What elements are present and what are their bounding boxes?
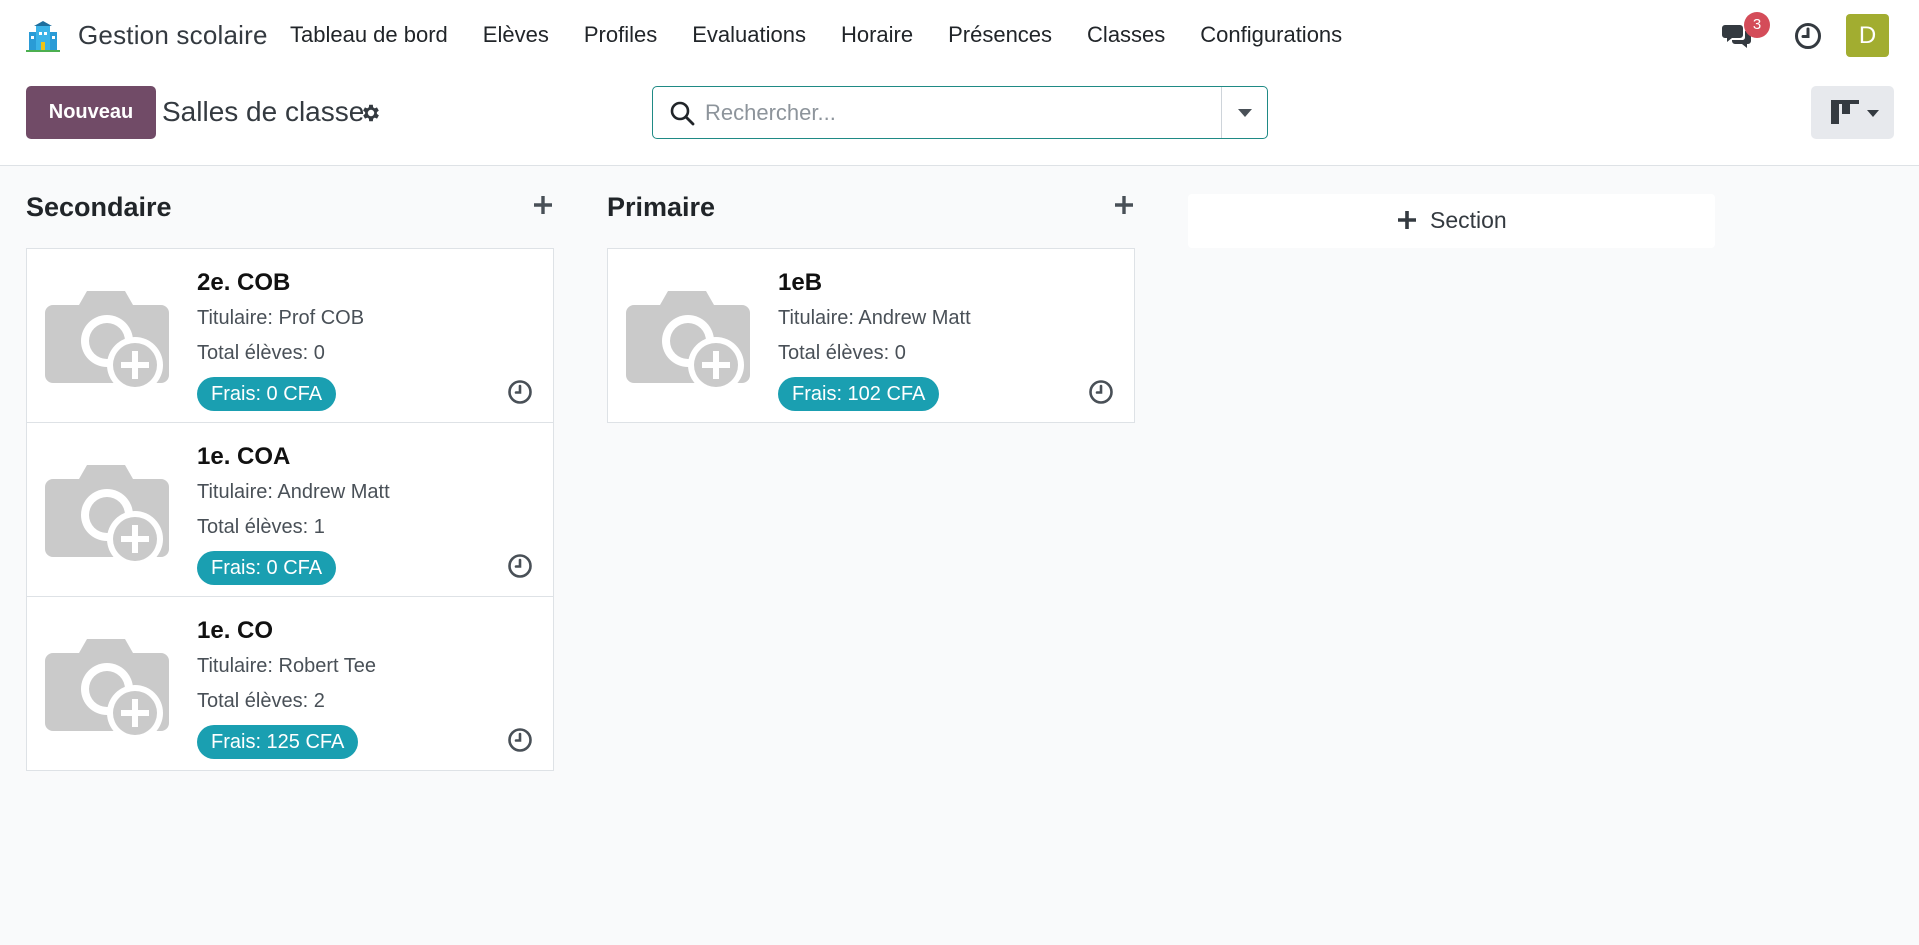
camera-plus-icon bbox=[45, 639, 169, 741]
card-frais-badge: Frais: 0 CFA bbox=[197, 377, 337, 411]
app-name[interactable]: Gestion scolaire bbox=[78, 20, 268, 51]
activity-clock-icon[interactable] bbox=[507, 553, 533, 579]
kanban-card[interactable]: 1e. COA Titulaire: Andrew Matt Total élè… bbox=[26, 422, 554, 597]
column-title: Primaire bbox=[607, 192, 716, 222]
school-building-icon[interactable] bbox=[26, 20, 60, 52]
camera-plus-icon bbox=[626, 291, 750, 393]
menu-item-classes[interactable]: Classes bbox=[1087, 22, 1165, 48]
top-navbar: Gestion scolaire Tableau de bord Elèves … bbox=[0, 0, 1919, 72]
kanban-card[interactable]: 2e. COB Titulaire: Prof COB Total élèves… bbox=[26, 248, 554, 423]
plus-icon bbox=[1398, 211, 1416, 229]
main-menu: Tableau de bord Elèves Profiles Evaluati… bbox=[290, 22, 1377, 48]
column-title: Secondaire bbox=[26, 192, 172, 222]
card-total-eleves: Total élèves: 2 bbox=[197, 690, 325, 712]
column-add-plus-icon[interactable] bbox=[1113, 194, 1135, 216]
add-section-label: Section bbox=[1430, 207, 1507, 233]
activity-clock-icon[interactable] bbox=[507, 727, 533, 753]
card-class-name: 1e. CO bbox=[197, 617, 274, 644]
card-frais-badge: Frais: 0 CFA bbox=[197, 551, 337, 585]
menu-item-configurations[interactable]: Configurations bbox=[1200, 22, 1342, 48]
camera-plus-icon bbox=[45, 465, 169, 567]
breadcrumb: Salles de classe bbox=[162, 96, 365, 127]
card-titulaire: Titulaire: Robert Tee bbox=[197, 655, 376, 677]
new-button[interactable]: Nouveau bbox=[26, 86, 156, 139]
add-section-button[interactable]: Section bbox=[1188, 194, 1715, 248]
card-titulaire: Titulaire: Andrew Matt bbox=[778, 307, 971, 329]
activity-clock-icon[interactable] bbox=[1794, 22, 1822, 50]
menu-item-presences[interactable]: Présences bbox=[948, 22, 1052, 48]
card-frais-badge: Frais: 125 CFA bbox=[197, 725, 359, 759]
menu-item-evaluations[interactable]: Evaluations bbox=[692, 22, 806, 48]
column-cards: 1eB Titulaire: Andrew Matt Total élèves:… bbox=[607, 248, 1135, 423]
search-box bbox=[652, 86, 1268, 139]
menu-item-tableau-de-bord[interactable]: Tableau de bord bbox=[290, 22, 448, 48]
kanban-view-icon bbox=[1831, 100, 1859, 124]
chat-count-badge: 3 bbox=[1744, 12, 1770, 38]
card-titulaire: Titulaire: Prof COB bbox=[197, 307, 365, 329]
menu-item-eleves[interactable]: Elèves bbox=[483, 22, 549, 48]
card-class-name: 1e. COA bbox=[197, 443, 291, 470]
activity-clock-icon[interactable] bbox=[507, 379, 533, 405]
control-panel: Nouveau Salles de classe bbox=[0, 72, 1919, 166]
column-add-plus-icon[interactable] bbox=[532, 194, 554, 216]
search-input[interactable] bbox=[705, 95, 1205, 131]
search-options-toggle[interactable] bbox=[1221, 87, 1267, 138]
card-class-name: 2e. COB bbox=[197, 269, 291, 296]
kanban-card[interactable]: 1e. CO Titulaire: Robert Tee Total élève… bbox=[26, 596, 554, 771]
card-total-eleves: Total élèves: 1 bbox=[197, 516, 325, 538]
view-switcher-button[interactable] bbox=[1811, 86, 1894, 139]
search-icon bbox=[670, 101, 695, 126]
card-titulaire: Titulaire: Andrew Matt bbox=[197, 481, 390, 503]
column-cards: 2e. COB Titulaire: Prof COB Total élèves… bbox=[26, 248, 554, 771]
menu-item-horaire[interactable]: Horaire bbox=[841, 22, 913, 48]
kanban-card[interactable]: 1eB Titulaire: Andrew Matt Total élèves:… bbox=[607, 248, 1135, 423]
gear-icon[interactable] bbox=[360, 102, 382, 124]
card-frais-badge: Frais: 102 CFA bbox=[778, 377, 940, 411]
camera-plus-icon bbox=[45, 291, 169, 393]
user-avatar[interactable]: D bbox=[1846, 14, 1889, 57]
card-total-eleves: Total élèves: 0 bbox=[778, 342, 906, 364]
card-total-eleves: Total élèves: 0 bbox=[197, 342, 325, 364]
card-class-name: 1eB bbox=[778, 269, 823, 296]
activity-clock-icon[interactable] bbox=[1088, 379, 1114, 405]
menu-item-profiles[interactable]: Profiles bbox=[584, 22, 657, 48]
